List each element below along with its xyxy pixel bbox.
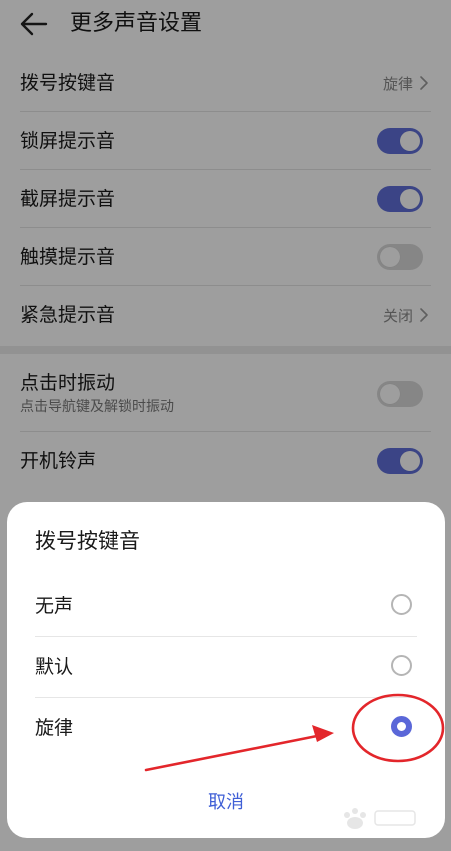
option-label: 旋律 [35,717,74,739]
dialog-title: 拨号按键音 [35,529,140,553]
option-label: 无声 [35,595,74,617]
radio-button[interactable] [391,594,412,615]
option-default[interactable]: 默认 [7,637,445,698]
dial-pad-tone-dialog: 拨号按键音 无声 默认 旋律 取消 [7,502,445,838]
radio-button[interactable] [391,716,412,737]
radio-button[interactable] [391,655,412,676]
option-melody[interactable]: 旋律 [7,698,445,759]
option-silent[interactable]: 无声 [7,576,445,637]
option-label: 默认 [35,656,74,678]
baidu-jingyan-watermark-icon [344,808,416,829]
